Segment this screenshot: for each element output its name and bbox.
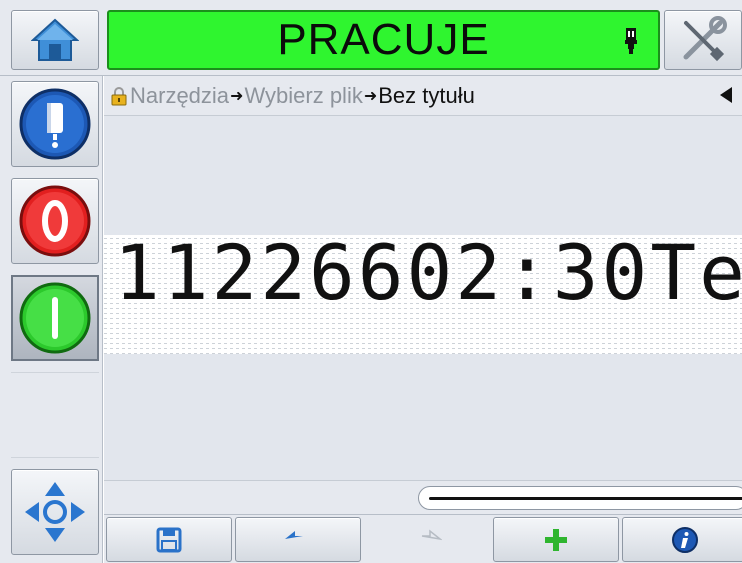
empty-slot [11, 372, 99, 458]
status-text: PRACUJE [277, 15, 490, 64]
status-banner[interactable]: PRACUJE [107, 10, 660, 70]
left-sidebar [0, 76, 103, 563]
save-icon [156, 527, 182, 552]
navigation-button[interactable] [11, 469, 99, 555]
tools-button[interactable] [664, 10, 742, 70]
redo-button[interactable] [364, 517, 490, 562]
back-arrow-icon[interactable] [718, 86, 734, 104]
breadcrumb-item-current: Bez tytułu [378, 82, 475, 108]
breadcrumb-item-select-file[interactable]: Wybierz plik [244, 83, 362, 109]
navigation-arrows-icon [25, 482, 85, 542]
breadcrumb-item-tools[interactable]: Narzędzia [130, 83, 229, 109]
bottom-toolbar [104, 514, 742, 563]
save-button[interactable] [106, 517, 232, 562]
start-button[interactable] [11, 275, 99, 361]
lock-icon [111, 86, 127, 105]
scrollbar-thumb[interactable] [429, 497, 742, 500]
home-icon [31, 18, 79, 61]
horizontal-scrollbar[interactable] [418, 486, 742, 510]
info-icon [672, 526, 698, 553]
start-icon [19, 282, 91, 354]
info-button[interactable] [622, 517, 742, 562]
printhead-icon [625, 28, 637, 54]
breadcrumb-separator: ➜ [363, 87, 378, 105]
add-icon [545, 528, 567, 551]
breadcrumb-separator: ➜ [230, 87, 244, 105]
stop-button[interactable] [11, 178, 99, 264]
undo-icon [285, 530, 303, 539]
breadcrumb: Narzędzia ➜ Wybierz plik ➜ Bez tytułu [104, 76, 742, 116]
undo-button[interactable] [235, 517, 361, 562]
message-preview[interactable]: 11226602:30Text [104, 235, 742, 354]
ink-system-icon [19, 88, 91, 160]
redo-icon [421, 528, 442, 540]
message-text: 11226602:30Text [114, 235, 742, 317]
horizontal-scroll-area [104, 480, 742, 514]
home-button[interactable] [11, 10, 99, 70]
add-button[interactable] [493, 517, 619, 562]
stop-icon [19, 185, 91, 257]
ink-system-button[interactable] [11, 81, 99, 167]
tools-icon [683, 16, 727, 62]
top-bar: PRACUJE [0, 0, 742, 76]
message-editor: Narzędzia ➜ Wybierz plik ➜ Bez tytułu 11… [104, 76, 742, 514]
